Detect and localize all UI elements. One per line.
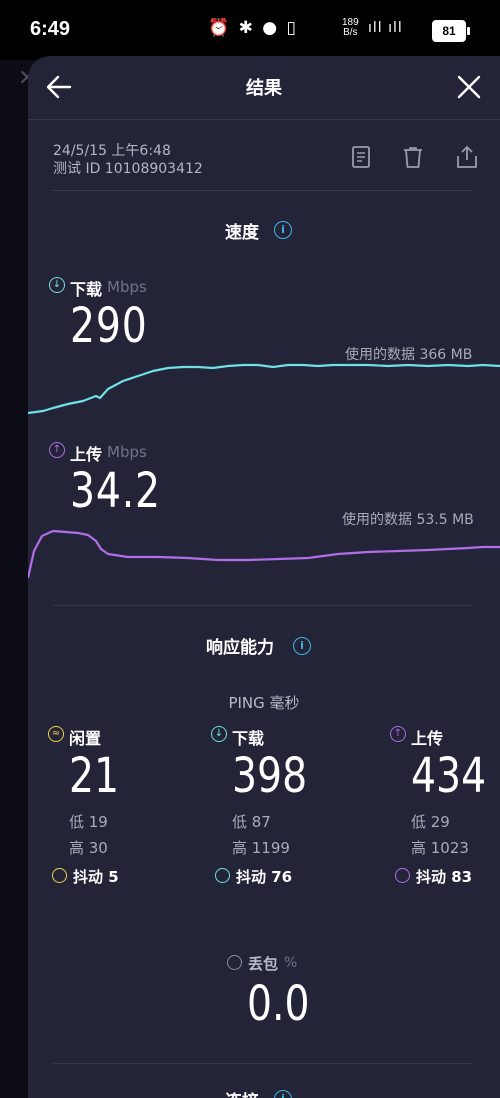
page-title: 结果 bbox=[246, 78, 282, 99]
idle-jitter: 抖动 5 bbox=[73, 868, 119, 886]
download-ping-label: 下载 bbox=[232, 729, 265, 748]
close-button[interactable] bbox=[452, 70, 486, 104]
divider bbox=[53, 190, 473, 191]
upload-ping-high: 高 1023 bbox=[411, 839, 469, 857]
result-sheet: 结果 24/5/15 上午6:48 测试 ID 10108903412 速度 i… bbox=[28, 56, 500, 1098]
share-icon[interactable] bbox=[454, 144, 480, 170]
upload-ping-value: 434 bbox=[411, 748, 487, 804]
idle-jitter-icon bbox=[52, 868, 67, 883]
divider bbox=[53, 605, 473, 606]
download-ping-low: 低 87 bbox=[232, 813, 271, 831]
download-chart bbox=[28, 363, 500, 415]
battery-icon: 81 bbox=[432, 20, 470, 42]
connection-info-icon[interactable]: i bbox=[274, 1090, 292, 1098]
speed-info-icon[interactable]: i bbox=[274, 221, 292, 239]
upload-jitter-icon bbox=[395, 868, 410, 883]
speed-section-title: 速度 bbox=[225, 223, 259, 243]
download-icon: ↓ bbox=[49, 277, 65, 293]
packet-loss-label: 丢包 bbox=[248, 955, 279, 973]
connection-section-title: 连接 bbox=[225, 1087, 259, 1098]
upload-ping-low: 低 29 bbox=[411, 813, 450, 831]
download-ping-icon: ↓ bbox=[211, 726, 227, 742]
details-icon[interactable] bbox=[348, 144, 374, 170]
test-date: 24/5/15 上午6:48 bbox=[53, 143, 171, 159]
upload-unit: Mbps bbox=[107, 443, 147, 461]
status-bar: 6:49 ⏰ ✱ ● ▯ 189 B/s ıll ıll 81 bbox=[0, 0, 500, 60]
download-ping-value: 398 bbox=[232, 748, 308, 804]
download-ping-high: 高 1199 bbox=[232, 839, 290, 857]
upload-jitter: 抖动 83 bbox=[416, 868, 473, 886]
top-bar: 结果 bbox=[28, 56, 500, 118]
download-unit: Mbps bbox=[107, 278, 147, 296]
idle-high: 高 30 bbox=[69, 839, 108, 857]
upload-chart bbox=[28, 529, 500, 579]
download-label: 下载 bbox=[70, 280, 103, 299]
idle-icon: ≈ bbox=[48, 726, 64, 742]
responsiveness-info-icon[interactable]: i bbox=[293, 637, 311, 655]
upload-ping-icon: ↑ bbox=[390, 726, 406, 742]
responsiveness-section-title: 响应能力 bbox=[206, 638, 274, 658]
download-jitter-icon bbox=[215, 868, 230, 883]
packet-loss-unit: % bbox=[284, 955, 298, 971]
upload-speed-value: 34.2 bbox=[70, 463, 161, 519]
upload-ping-label: 上传 bbox=[411, 729, 444, 748]
test-id: 测试 ID 10108903412 bbox=[53, 161, 203, 177]
status-icons: ⏰ ✱ ● ▯ bbox=[208, 18, 298, 38]
ping-title: PING 毫秒 bbox=[228, 694, 300, 712]
status-time: 6:49 bbox=[30, 18, 71, 40]
network-speed: 189 B/s bbox=[342, 17, 359, 38]
background-app bbox=[0, 60, 28, 1098]
idle-label: 闲置 bbox=[69, 729, 102, 748]
idle-low: 低 19 bbox=[69, 813, 108, 831]
upload-icon: ↑ bbox=[49, 442, 65, 458]
idle-ping-value: 21 bbox=[69, 748, 120, 804]
download-jitter: 抖动 76 bbox=[236, 868, 293, 886]
divider bbox=[28, 119, 500, 120]
divider bbox=[53, 1063, 473, 1064]
delete-icon[interactable] bbox=[400, 144, 426, 170]
packet-loss-icon bbox=[227, 955, 242, 970]
signal-icon: ıll ıll bbox=[368, 20, 403, 36]
packet-loss-value: 0.0 bbox=[247, 976, 310, 1032]
download-speed-value: 290 bbox=[70, 298, 148, 354]
upload-label: 上传 bbox=[70, 445, 103, 464]
